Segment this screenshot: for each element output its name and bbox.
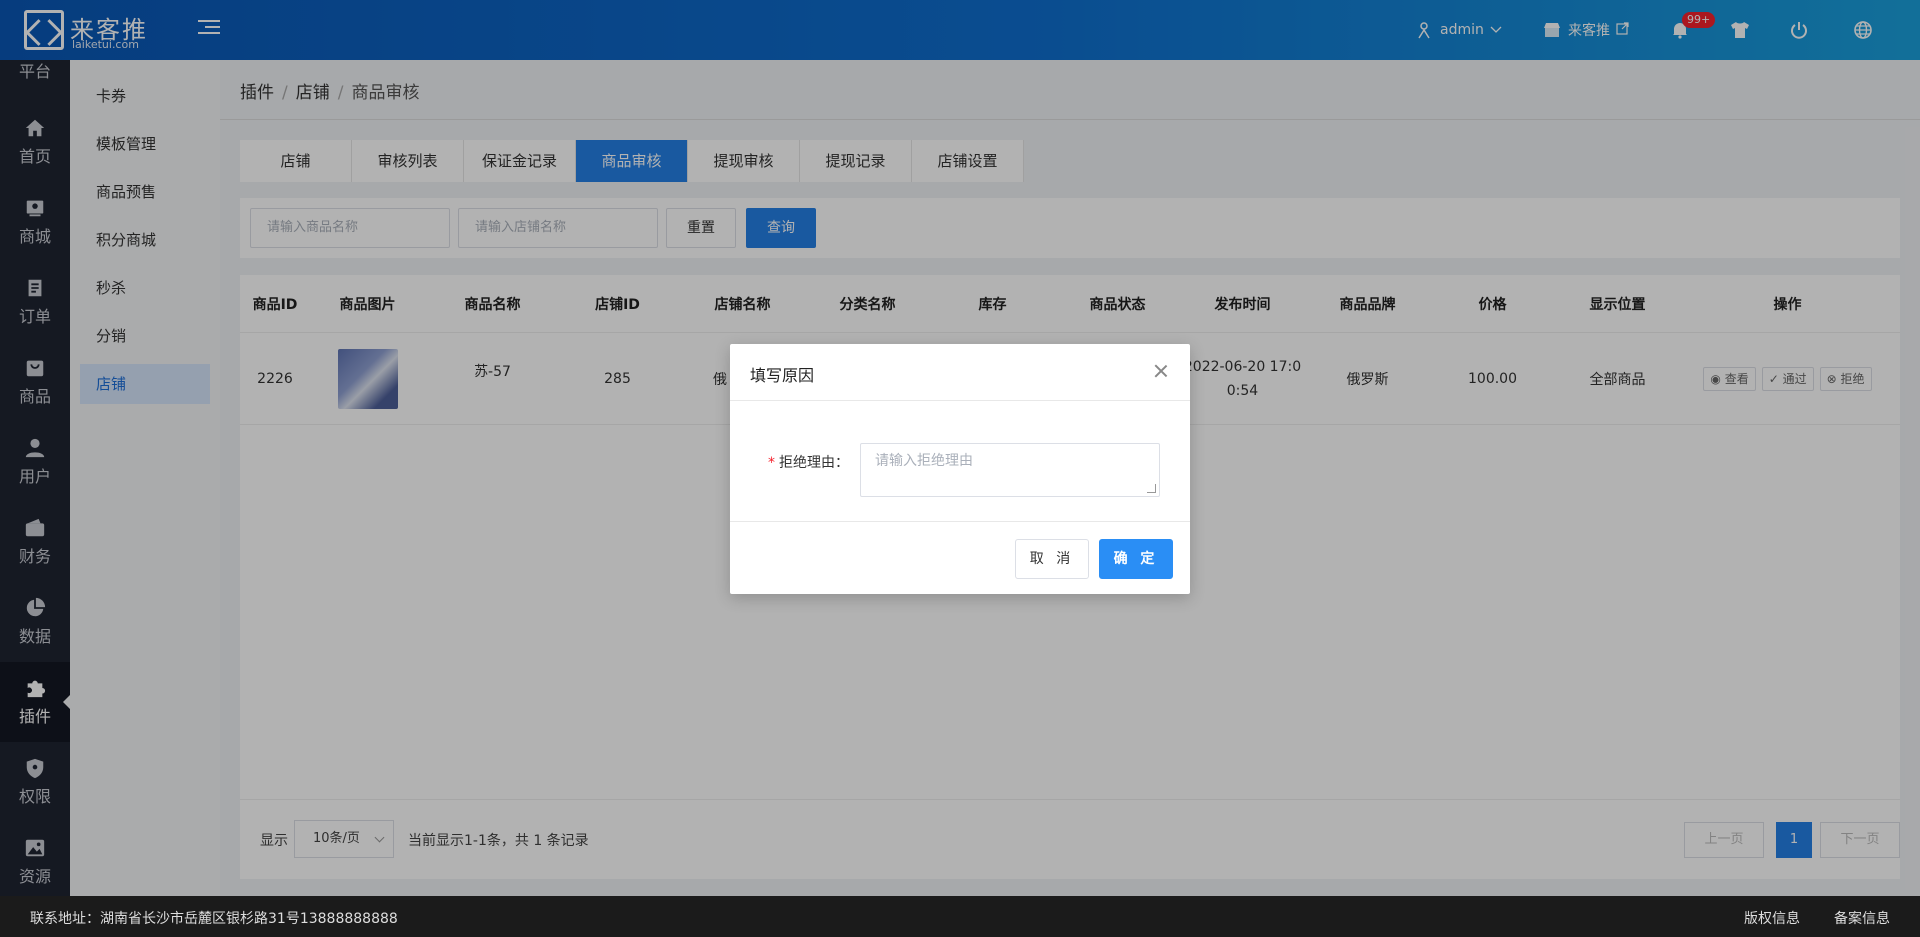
reject-reason-dialog: 填写原因 * 拒绝理由： 请输入拒绝理由 取 消 确 定: [730, 344, 1190, 594]
cancel-button[interactable]: 取 消: [1015, 539, 1089, 579]
footer: 联系地址：湖南省长沙市岳麓区银杉路31号13888888888 版权信息 备案信…: [0, 896, 1920, 937]
footer-address: 联系地址：湖南省长沙市岳麓区银杉路31号13888888888: [30, 911, 398, 927]
dialog-title: 填写原因: [750, 366, 815, 385]
reject-reason-label: * 拒绝理由：: [768, 452, 849, 472]
required-mark: *: [768, 455, 775, 471]
reject-reason-label-text: 拒绝理由：: [779, 455, 849, 471]
copyright-link[interactable]: 版权信息: [1744, 908, 1800, 928]
icp-link[interactable]: 备案信息: [1834, 908, 1890, 928]
dialog-divider: [730, 521, 1190, 522]
reject-reason-textarea[interactable]: 请输入拒绝理由: [860, 443, 1160, 497]
confirm-button[interactable]: 确 定: [1099, 539, 1173, 579]
footer-links: 版权信息 备案信息: [1744, 908, 1890, 928]
dialog-divider: [730, 400, 1190, 401]
close-icon[interactable]: [1152, 362, 1170, 380]
